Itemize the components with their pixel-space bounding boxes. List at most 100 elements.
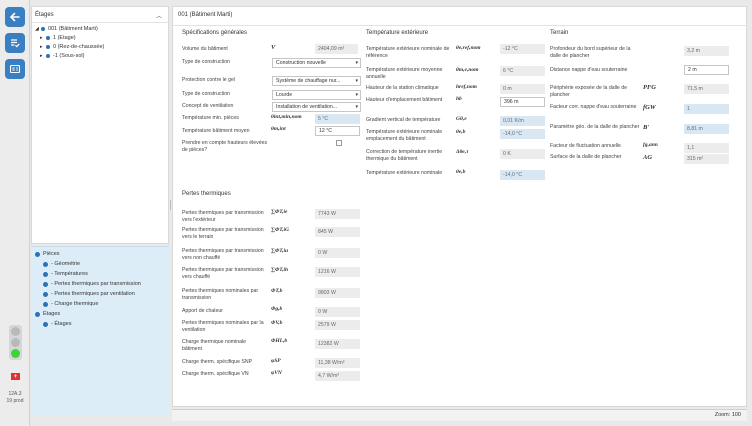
traffic-light-green	[11, 349, 20, 358]
loss-nominales-label: Pertes thermiques nominales par transmis…	[182, 288, 259, 301]
loss-charge-symbol: ΦHL,b	[271, 338, 288, 344]
loss-snp-value: 11,38 W/m²	[315, 358, 360, 368]
section-title-terrain: Terrain	[550, 30, 569, 36]
ext-nominale-symbol: θe,b	[456, 169, 466, 175]
gel-select[interactable]: Système de chauffage nur...	[272, 76, 361, 86]
ext-gradient-symbol: Gθ,e	[456, 116, 467, 122]
ext-station-symbol: href,nom	[456, 84, 477, 90]
section-title-exterior: Température extérieure	[366, 30, 429, 36]
loss-exterieur-symbol: ∑ΦT,ie	[271, 209, 288, 215]
terrain-fgw-value: 1	[684, 104, 729, 114]
loss-apport-symbol: Φg,b	[271, 306, 283, 312]
ext-inertie-label: Correction de température inertie thermi…	[366, 149, 443, 162]
nav-pertes-ventilation[interactable]: - Pertes thermiques par ventilation	[43, 291, 135, 297]
node-dot-icon	[46, 36, 50, 40]
ext-ref-symbol: θe,ref,nom	[456, 45, 481, 51]
ext-hauteur-input[interactable]: 396 m	[500, 97, 545, 107]
construction-label: Type de construction	[182, 59, 230, 65]
tree-node-floor-0[interactable]: ▸ 0 (Rez-de-chaussée)	[40, 44, 104, 50]
loss-vn-value: 4,7 W/m³	[315, 371, 360, 381]
terrain-geo-value: 8,81 m	[684, 124, 729, 134]
ext-inertie-symbol: Δθe,τ	[456, 149, 469, 155]
traffic-light-red	[11, 327, 20, 336]
collapse-chevron-icon[interactable]: ︿	[156, 11, 162, 20]
ext-moy-value: 6 °C	[500, 66, 545, 76]
ext-gradient-label: Gradient vertical de température	[366, 117, 441, 123]
ext-gradient-value: 0,01 K/m	[500, 116, 545, 126]
loss-nonchauffe-value: 0 W	[315, 248, 360, 258]
node-dot-icon	[46, 45, 50, 49]
ventilation-select[interactable]: Installation de ventilation...	[272, 102, 361, 112]
status-traffic-light	[9, 325, 22, 360]
nav-pieces[interactable]: Pièces	[35, 251, 60, 257]
left-rail: + 12A.3 19 prod	[0, 0, 30, 426]
terrain-fluct-value: 1,1	[684, 143, 729, 153]
etages-dot-icon	[35, 311, 40, 317]
loss-vn-label: Charge therm. spécifique VN	[182, 371, 249, 377]
ext-station-value: 0 m	[500, 84, 545, 94]
report-button[interactable]	[5, 59, 25, 79]
ext-nom-emp-symbol: θe,b	[456, 129, 466, 135]
terrain-surface-symbol: AG	[643, 154, 653, 161]
nav-pertes-transmission[interactable]: - Pertes thermiques par transmission	[43, 281, 141, 287]
nav-dot-icon	[43, 281, 48, 287]
loss-snp-label: Charge therm. spécifique SNP	[182, 359, 253, 365]
construction-select[interactable]: Construction nouvelle	[272, 58, 361, 68]
ext-nominale-label: Température extérieure nominale	[366, 170, 443, 176]
nav-etages-sub[interactable]: - Étages	[43, 321, 71, 327]
terrain-geo-symbol: B'	[643, 124, 650, 131]
temp-moyen-symbol: θm,int	[271, 126, 286, 132]
terrain-peripherie-symbol: PFG	[643, 84, 656, 91]
terrain-profondeur-value: 3,2 m	[684, 46, 729, 56]
ext-moy-symbol: θm,e,nom	[456, 67, 479, 73]
volume-value: 2404,09 m³	[315, 44, 358, 54]
nav-dot-icon	[43, 291, 48, 297]
loss-nonchauffe-label: Pertes thermiques par transmission vers …	[182, 248, 264, 261]
loss-chauffe-symbol: ∑ΦT,ih	[271, 267, 289, 273]
loss-terrain-value: 845 W	[315, 227, 360, 237]
temp-pieces-label: Température min. pièces	[182, 115, 239, 121]
panel-splitter[interactable]	[170, 200, 171, 210]
terrain-fluct-label: Facteur de fluctuation annuelle	[550, 143, 621, 149]
section-title-general: Spécifications générales	[182, 30, 248, 36]
node-dot-icon	[41, 27, 45, 31]
nav-temperatures[interactable]: - Températures	[43, 271, 88, 277]
navigation-panel: Pièces - Géométrie - Températures - Pert…	[31, 246, 169, 416]
back-button[interactable]	[5, 7, 25, 27]
tree-node-floor-minus1[interactable]: ▸ -1 (Sous-sol)	[40, 53, 84, 59]
nav-dot-icon	[43, 301, 48, 307]
page-title: 001 (Bâtiment Marti)	[178, 12, 233, 18]
nav-geometrie[interactable]: - Géométrie	[43, 261, 80, 267]
node-dot-icon	[46, 54, 50, 58]
ext-hauteur-label: Hauteur d'emplacement bâtiment	[366, 97, 443, 103]
tree-node-building[interactable]: ◢ 001 (Bâtiment Marti)	[35, 26, 98, 32]
loss-nominales-value: 9803 W	[315, 288, 360, 298]
loss-snp-symbol: φSP	[271, 358, 281, 364]
loss-exterieur-value: 7743 W	[315, 209, 360, 219]
temp-moyen-label: Température bâtiment moyen	[182, 128, 250, 134]
nav-charge-thermique[interactable]: - Charge thermique	[43, 301, 98, 307]
nav-etages[interactable]: Étages	[35, 311, 60, 317]
checklist-icon	[11, 39, 20, 48]
checklist-button[interactable]	[5, 33, 25, 53]
hauteur-checkbox[interactable]	[336, 140, 342, 146]
temp-moyen-input[interactable]: 12 °C	[315, 126, 360, 136]
main-panel: 001 (Bâtiment Marti) Spécifications géné…	[172, 6, 748, 407]
ext-station-label: Hauteur de la station climatique	[366, 85, 439, 91]
zoom-indicator[interactable]: Zoom: 100	[715, 412, 741, 418]
nav-dot-icon	[43, 261, 48, 267]
loss-apport-label: Apport de chaleur	[182, 308, 223, 314]
loss-exterieur-label: Pertes thermiques par transmission vers …	[182, 210, 264, 223]
type-construction-select[interactable]: Lourde	[272, 90, 361, 100]
terrain-distance-input[interactable]: 2 m	[684, 65, 729, 75]
nav-dot-icon	[43, 271, 48, 277]
ext-nominale-value: -14,0 °C	[500, 170, 545, 180]
terrain-geo-label: Paramètre géo. de la dalle de plancher	[550, 124, 640, 130]
ext-ref-value: -12 °C	[500, 44, 545, 54]
ext-moy-label: Température extérieure moyenne annuelle	[366, 67, 443, 80]
terrain-fluct-symbol: fg,ann	[643, 142, 658, 148]
tree-header: Étages ︿	[32, 7, 168, 23]
floor-tree-panel: Étages ︿ ◢ 001 (Bâtiment Marti) ▸ 1 (Eta…	[31, 6, 169, 244]
loss-ventilation-label: Pertes thermiques nominales par la venti…	[182, 320, 264, 333]
tree-node-floor-1[interactable]: ▸ 1 (Etage)	[40, 35, 76, 41]
